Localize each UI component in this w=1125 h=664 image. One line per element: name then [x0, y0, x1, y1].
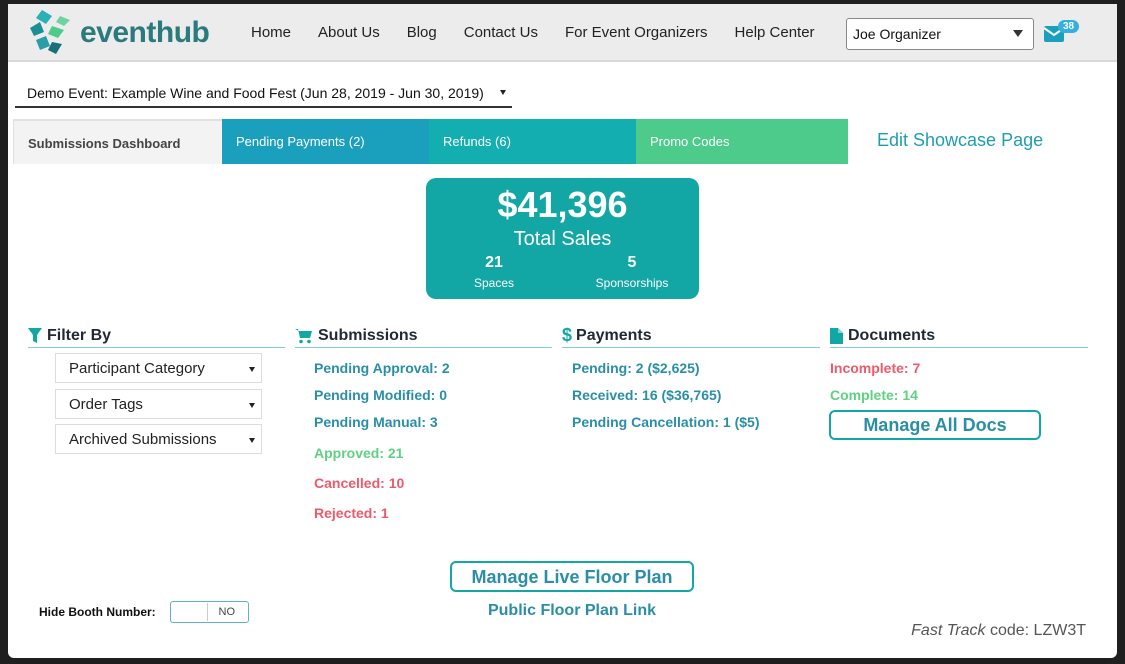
- main-panel: Demo Event: Example Wine and Food Fest (…: [8, 62, 1117, 658]
- payments-pending-link[interactable]: Pending: 2 ($2,625): [572, 360, 700, 376]
- nav-for-event-organizers[interactable]: For Event Organizers: [565, 24, 708, 41]
- payments-heading: $ Payments: [562, 324, 820, 348]
- order-tags-dropdown[interactable]: Order Tags: [55, 389, 262, 419]
- hide-booth-number-label: Hide Booth Number:: [39, 605, 156, 619]
- logo-hub-text: hub: [155, 16, 210, 49]
- mail-count-badge: 38: [1058, 20, 1080, 33]
- chevron-down-icon: [1013, 30, 1023, 37]
- fast-track-code: Fast Track code: LZW3T: [911, 622, 1086, 640]
- caret-down-icon: [249, 403, 255, 408]
- shopping-cart-icon: [295, 328, 312, 343]
- approved-link[interactable]: Approved: 21: [314, 445, 403, 461]
- edit-showcase-link[interactable]: Edit Showcase Page: [877, 130, 1043, 151]
- submissions-heading: Submissions: [295, 324, 552, 348]
- caret-down-icon: [500, 90, 506, 95]
- rejected-link[interactable]: Rejected: 1: [314, 505, 389, 521]
- tab-pending-payments[interactable]: Pending Payments (2): [222, 119, 429, 164]
- sponsorships-count: 5: [627, 254, 637, 271]
- manage-all-docs-button[interactable]: Manage All Docs: [829, 410, 1041, 440]
- order-tags-label: Order Tags: [69, 396, 143, 413]
- sponsorships-stat: 5 Sponsorships: [572, 254, 692, 290]
- payments-title: Payments: [576, 326, 652, 344]
- cancelled-link[interactable]: Cancelled: 10: [314, 475, 404, 491]
- toggle-state: NO: [218, 606, 236, 618]
- filter-by-heading: Filter By: [28, 324, 285, 348]
- event-selector-value: Demo Event: Example Wine and Food Fest (…: [27, 85, 484, 101]
- spaces-label: Spaces: [473, 276, 515, 290]
- payments-received-link[interactable]: Received: 16 ($36,765): [572, 387, 721, 403]
- documents-title: Documents: [848, 326, 936, 344]
- event-selector[interactable]: Demo Event: Example Wine and Food Fest (…: [15, 78, 512, 108]
- submissions-title: Submissions: [318, 326, 418, 344]
- filter-by-title: Filter By: [47, 326, 112, 344]
- user-account-select[interactable]: Joe Organizer: [846, 18, 1034, 50]
- logo-wordmark: eventhub: [80, 16, 210, 50]
- archived-submissions-label: Archived Submissions: [69, 431, 217, 448]
- eventhub-logo[interactable]: eventhub: [22, 6, 222, 60]
- top-nav: Home About Us Blog Contact Us For Event …: [251, 24, 842, 41]
- pending-modified-link[interactable]: Pending Modified: 0: [314, 387, 447, 403]
- logo-event-text: event: [80, 16, 156, 49]
- manage-live-floor-plan-button[interactable]: Manage Live Floor Plan: [450, 561, 694, 592]
- spaces-count: 21: [485, 254, 503, 271]
- payments-pending-cancellation-link[interactable]: Pending Cancellation: 1 ($5): [572, 414, 759, 430]
- filter-icon: [28, 327, 42, 343]
- toggle-knob: [172, 603, 208, 621]
- sponsorships-label: Sponsorships: [595, 276, 669, 290]
- caret-down-icon: [249, 438, 255, 443]
- user-name: Joe Organizer: [853, 26, 941, 42]
- nav-home[interactable]: Home: [251, 24, 291, 41]
- document-icon: [830, 327, 843, 344]
- eventhub-logo-icon: [30, 10, 70, 54]
- archived-submissions-dropdown[interactable]: Archived Submissions: [55, 424, 262, 454]
- hide-booth-number-toggle[interactable]: NO: [170, 601, 249, 623]
- nav-blog[interactable]: Blog: [407, 24, 437, 41]
- documents-heading: Documents: [830, 324, 1088, 348]
- participant-category-dropdown[interactable]: Participant Category: [55, 353, 262, 383]
- nav-help-center[interactable]: Help Center: [735, 24, 815, 41]
- participant-category-label: Participant Category: [69, 360, 205, 377]
- public-floor-plan-link[interactable]: Public Floor Plan Link: [450, 602, 694, 620]
- nav-contact-us[interactable]: Contact Us: [464, 24, 538, 41]
- spaces-stat: 21 Spaces: [434, 254, 554, 290]
- documents-incomplete-link[interactable]: Incomplete: 7: [830, 360, 920, 376]
- tab-promo-codes[interactable]: Promo Codes: [636, 119, 848, 164]
- total-sales-amount: $41,396: [497, 184, 628, 225]
- dollar-icon: $: [562, 325, 573, 345]
- header-bar: eventhub Home About Us Blog Contact Us F…: [8, 4, 1117, 62]
- app-root: eventhub Home About Us Blog Contact Us F…: [0, 0, 1125, 664]
- total-sales-label: Total Sales: [513, 228, 612, 250]
- documents-complete-link[interactable]: Complete: 14: [830, 387, 918, 403]
- fast-track-suffix: code: LZW3T: [985, 622, 1086, 639]
- fast-track-prefix: Fast Track: [911, 622, 986, 639]
- pending-manual-link[interactable]: Pending Manual: 3: [314, 414, 438, 430]
- caret-down-icon: [249, 367, 255, 372]
- tab-submissions-dashboard[interactable]: Submissions Dashboard: [13, 119, 222, 164]
- total-sales-card: $41,396 Total Sales 21 Spaces 5 Sponsors…: [426, 178, 699, 299]
- nav-about-us[interactable]: About Us: [318, 24, 380, 41]
- pending-approval-link[interactable]: Pending Approval: 2: [314, 360, 450, 376]
- tab-refunds[interactable]: Refunds (6): [429, 119, 636, 164]
